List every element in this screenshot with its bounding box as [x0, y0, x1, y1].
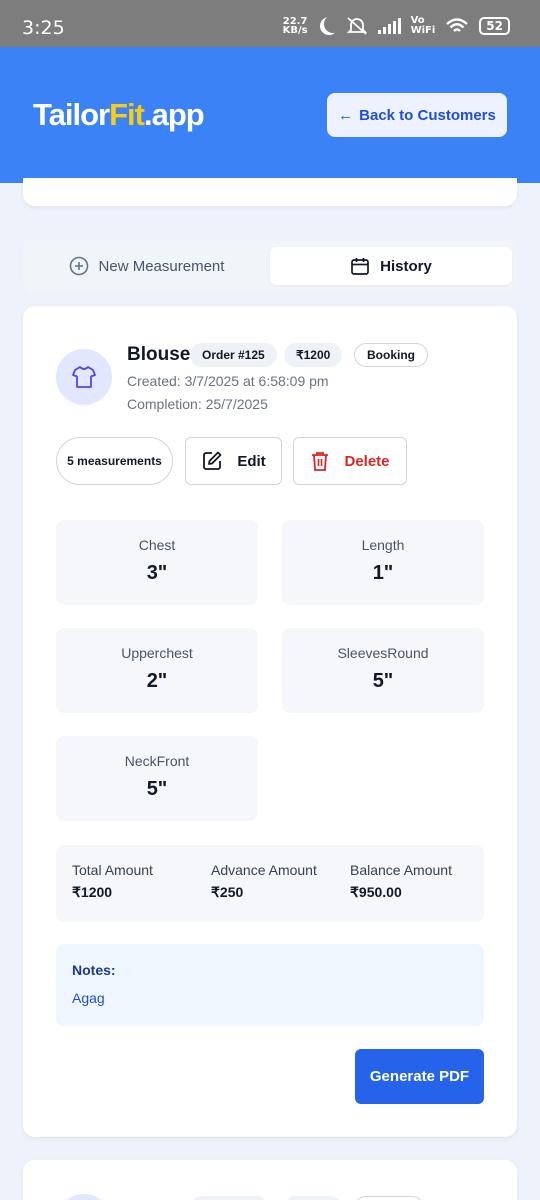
- measurement-item: Length 1": [282, 520, 484, 605]
- next-record-card[interactable]: [23, 1160, 517, 1200]
- shirt-icon: [72, 366, 96, 388]
- signal-strength-icon: [377, 18, 401, 34]
- measurement-value: 5": [372, 670, 394, 692]
- next-garment-avatar: [56, 1194, 112, 1200]
- amount-badge: ₹1200: [284, 343, 343, 367]
- pencil-square-icon: [203, 451, 222, 470]
- completion-date: Completion: 25/7/2025: [127, 396, 268, 412]
- logo-part-fit: Fit: [109, 97, 145, 132]
- measurement-item: SleevesRound 5": [282, 628, 484, 713]
- logo-part-suffix: .app: [143, 97, 205, 132]
- network-speed-unit: KB/s: [282, 25, 308, 36]
- measurement-tabs: New Measurement History: [23, 239, 517, 293]
- measurement-value: 1": [372, 562, 394, 584]
- muted-bell-icon: [346, 17, 367, 35]
- advance-amount-label: Advance Amount: [211, 862, 317, 878]
- tab-history[interactable]: History: [270, 247, 512, 285]
- measurement-item: NeckFront 5": [56, 736, 258, 821]
- notes-label: Notes:: [72, 962, 116, 978]
- edit-label: Edit: [237, 452, 266, 470]
- tab-new-measurement[interactable]: New Measurement: [29, 247, 264, 285]
- app-header: TailorFit.app ← Back to Customers: [0, 47, 540, 183]
- plus-circle-icon: [69, 256, 88, 276]
- edit-button[interactable]: Edit: [185, 437, 282, 485]
- created-date: Created: 3/7/2025 at 6:58:09 pm: [127, 373, 329, 389]
- balance-amount-value: ₹950.00: [350, 884, 402, 900]
- delete-label: Delete: [344, 452, 390, 470]
- calendar-icon: [351, 258, 370, 275]
- notes-text: Agag: [72, 990, 105, 1006]
- payment-summary: Total Amount ₹1200 Advance Amount ₹250 B…: [56, 845, 484, 922]
- balance-amount-label: Balance Amount: [350, 862, 452, 878]
- back-to-customers-button[interactable]: ← Back to Customers: [327, 93, 507, 137]
- measurement-item: Upperchest 2": [56, 628, 258, 713]
- advance-amount-value: ₹250: [211, 884, 244, 900]
- arrow-left-icon: ←: [338, 106, 354, 124]
- do-not-disturb-icon: [324, 15, 342, 33]
- logo-part-tailor: Tailor: [33, 97, 110, 132]
- total-amount-label: Total Amount: [72, 862, 153, 878]
- order-number-badge: Order #125: [190, 343, 277, 367]
- vowifi-indicator: Vo WiFi: [411, 16, 436, 36]
- total-amount-value: ₹1200: [72, 884, 113, 900]
- advance-amount: Advance Amount ₹250: [211, 862, 317, 901]
- balance-amount: Balance Amount ₹950.00: [350, 862, 452, 901]
- measurement-value: 5": [146, 778, 168, 800]
- status-icons: 22.7 KB/s Vo WiFi 52: [283, 16, 510, 36]
- tab-new-label: New Measurement: [98, 257, 225, 275]
- measurement-label: Upperchest: [121, 645, 193, 661]
- vowifi-bottom: WiFi: [410, 25, 436, 36]
- garment-avatar: [56, 349, 112, 405]
- app-logo[interactable]: TailorFit.app: [33, 97, 205, 133]
- notes-box: Notes: Agag: [56, 944, 484, 1026]
- battery-indicator: 52: [479, 17, 510, 35]
- trash-icon: [312, 452, 329, 471]
- measurement-count-pill[interactable]: 5 measurements: [56, 437, 173, 485]
- measurement-value: 3": [146, 562, 168, 584]
- status-time: 3:25: [22, 17, 65, 39]
- next-order-badge: [190, 1196, 268, 1200]
- measurement-label: NeckFront: [124, 753, 190, 769]
- measurement-item: Chest 3": [56, 520, 258, 605]
- next-status-badge: [354, 1196, 424, 1200]
- total-amount: Total Amount ₹1200: [72, 862, 153, 901]
- measurement-value: 2": [146, 670, 168, 692]
- measurement-label: Chest: [138, 537, 176, 553]
- status-badge: Booking: [354, 343, 428, 367]
- delete-button[interactable]: Delete: [293, 437, 407, 485]
- next-amount-badge: [284, 1196, 342, 1200]
- measurement-label: Length: [361, 537, 405, 553]
- garment-title: Blouse: [127, 344, 191, 365]
- generate-pdf-button[interactable]: Generate PDF: [355, 1049, 484, 1104]
- network-speed: 22.7 KB/s: [282, 17, 308, 36]
- tab-history-label: History: [380, 257, 432, 275]
- measurement-record-card: Blouse Order #125 ₹1200 Booking Created:…: [23, 306, 517, 1137]
- wifi-icon: [446, 18, 469, 32]
- back-button-label: Back to Customers: [359, 106, 496, 124]
- measurement-label: SleevesRound: [337, 645, 429, 661]
- previous-card-bottom: [23, 178, 517, 206]
